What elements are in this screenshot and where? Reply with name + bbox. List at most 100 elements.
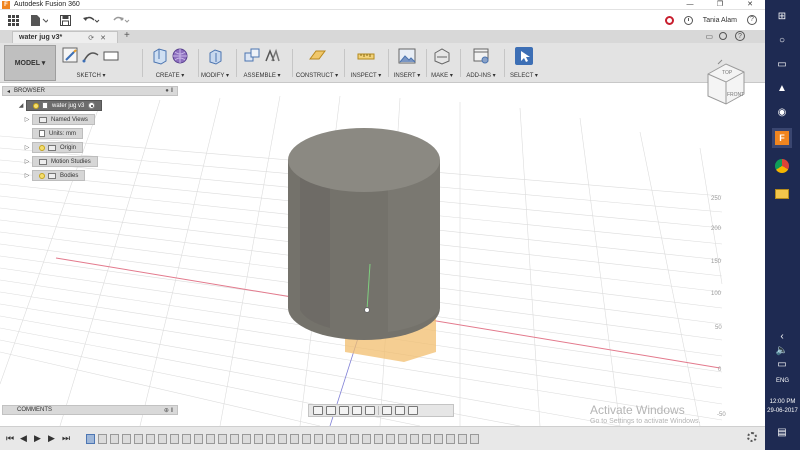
help-circle-icon[interactable]: ? (735, 31, 745, 41)
timeline-feature[interactable] (278, 434, 287, 444)
expand-arrow-icon[interactable]: ▷ (22, 172, 32, 179)
tree-root[interactable]: ◢ water jug v3 (16, 100, 103, 111)
timeline-feature[interactable] (110, 434, 119, 444)
timeline-feature[interactable] (158, 434, 167, 444)
clock[interactable]: 12:00 PM 29-06-2017 (765, 398, 800, 416)
add-comment-icon[interactable]: ⊕ ‖ (164, 407, 173, 414)
timeline-feature[interactable] (98, 434, 107, 444)
save-button[interactable] (56, 12, 74, 28)
timeline-track[interactable] (86, 433, 506, 445)
action-center-icon[interactable]: ▤ (772, 422, 792, 442)
close-tab-icon[interactable]: ✕ (100, 34, 106, 42)
new-component-icon[interactable] (243, 47, 261, 65)
notification-icon[interactable]: ▭ (705, 32, 713, 41)
viewcube[interactable]: TOP FRONT (702, 56, 748, 108)
data-panel-button[interactable] (4, 12, 22, 28)
timeline-feature[interactable] (338, 434, 347, 444)
orbit-icon[interactable] (313, 406, 323, 415)
timeline-feature[interactable] (398, 434, 407, 444)
comments-panel[interactable]: COMMENTS ⊕ ‖ (2, 405, 178, 415)
workspace-switcher[interactable]: MODEL ▾ (4, 45, 56, 81)
step-back-icon[interactable]: ◀ (20, 433, 27, 444)
timeline-feature[interactable] (446, 434, 455, 444)
display-settings-icon[interactable] (382, 406, 392, 415)
chrome-icon[interactable] (772, 156, 792, 176)
timeline-feature[interactable] (470, 434, 479, 444)
expand-arrow-icon[interactable]: ◢ (16, 102, 26, 109)
collapse-icon[interactable]: ◂ (7, 88, 10, 95)
fusion-taskbar-icon[interactable]: F (772, 128, 792, 148)
tree-item[interactable]: ▷ Bodies (22, 170, 86, 181)
add-ins-group[interactable]: ADD-INS ▾ (462, 45, 500, 81)
cortana-icon[interactable]: ○ (772, 30, 792, 50)
look-at-icon[interactable] (326, 406, 336, 415)
language-indicator[interactable]: ENG (765, 378, 800, 384)
refresh-icon[interactable]: ⟳ (88, 34, 94, 42)
fit-icon[interactable] (365, 406, 375, 415)
timeline-feature[interactable] (458, 434, 467, 444)
timeline-feature[interactable] (350, 434, 359, 444)
timeline-feature[interactable] (290, 434, 299, 444)
insert-image-icon[interactable] (398, 47, 416, 65)
browser-header[interactable]: ◂ BROWSER ● ‖ (2, 86, 178, 96)
new-tab-button[interactable]: + (124, 30, 130, 41)
record-icon[interactable] (664, 15, 674, 25)
timeline-feature[interactable] (230, 434, 239, 444)
help-icon[interactable]: ? (747, 15, 757, 25)
timeline-settings-gear-icon[interactable] (747, 432, 757, 442)
units-node[interactable]: Units: mm (32, 128, 83, 139)
modify-group[interactable]: MODIFY ▾ (200, 45, 230, 81)
timeline-feature[interactable] (146, 434, 155, 444)
tree-item[interactable]: Units: mm (32, 128, 83, 139)
timeline-feature[interactable] (386, 434, 395, 444)
timeline-feature[interactable] (422, 434, 431, 444)
timeline-feature[interactable] (242, 434, 251, 444)
maximize-button[interactable]: ❐ (705, 0, 735, 10)
joint-icon[interactable] (263, 47, 281, 65)
create-group[interactable]: CREATE ▾ (146, 45, 194, 81)
play-icon[interactable]: ▶ (34, 433, 41, 444)
scripts-icon[interactable] (472, 47, 490, 65)
zoom-icon[interactable] (352, 406, 362, 415)
timeline-feature[interactable] (122, 434, 131, 444)
visibility-bulb-icon[interactable] (33, 102, 39, 109)
sketch-group[interactable]: SKETCH ▾ (62, 45, 120, 81)
search-icon[interactable] (719, 32, 727, 40)
cylinder-body[interactable] (288, 128, 440, 340)
select-cursor-icon[interactable] (515, 47, 533, 65)
motion-studies-node[interactable]: Motion Studies (32, 156, 98, 167)
bodies-node[interactable]: Bodies (32, 170, 86, 181)
go-to-start-icon[interactable]: ⏮ (6, 433, 14, 444)
make-group[interactable]: MAKE ▾ (428, 45, 456, 81)
timeline-feature[interactable] (302, 434, 311, 444)
form-sphere-icon[interactable] (171, 47, 189, 65)
tree-item[interactable]: ▷ Named Views (22, 114, 95, 125)
app-green-icon[interactable]: ▲ (772, 78, 792, 98)
origin-node[interactable]: Origin (32, 142, 84, 153)
timeline-feature[interactable] (194, 434, 203, 444)
visibility-bulb-icon[interactable] (39, 144, 45, 151)
line-icon[interactable] (82, 47, 100, 65)
create-sketch-icon[interactable] (62, 47, 80, 65)
visibility-bulb-icon[interactable] (39, 172, 45, 179)
timeline-feature[interactable] (86, 434, 95, 444)
timeline-feature[interactable] (266, 434, 275, 444)
pan-hand-icon[interactable] (339, 406, 349, 415)
redo-button[interactable] (108, 12, 134, 28)
activate-radio-icon[interactable] (88, 102, 96, 109)
timeline-feature[interactable] (314, 434, 323, 444)
timeline-feature[interactable] (218, 434, 227, 444)
named-views-node[interactable]: Named Views (32, 114, 95, 125)
file-menu-button[interactable] (26, 12, 52, 28)
tree-item[interactable]: ▷ Motion Studies (22, 156, 98, 167)
timeline-feature[interactable] (206, 434, 215, 444)
timeline-feature[interactable] (182, 434, 191, 444)
app-logo-icon[interactable]: ◉ (772, 102, 792, 122)
minimize-button[interactable]: — (675, 0, 705, 10)
start-menu-icon[interactable]: ⊞ (772, 6, 792, 26)
viewports-icon[interactable] (408, 406, 418, 415)
timeline-feature[interactable] (410, 434, 419, 444)
tree-item[interactable]: ▷ Origin (22, 142, 84, 153)
undo-button[interactable] (78, 12, 104, 28)
select-group[interactable]: SELECT ▾ (506, 45, 542, 81)
